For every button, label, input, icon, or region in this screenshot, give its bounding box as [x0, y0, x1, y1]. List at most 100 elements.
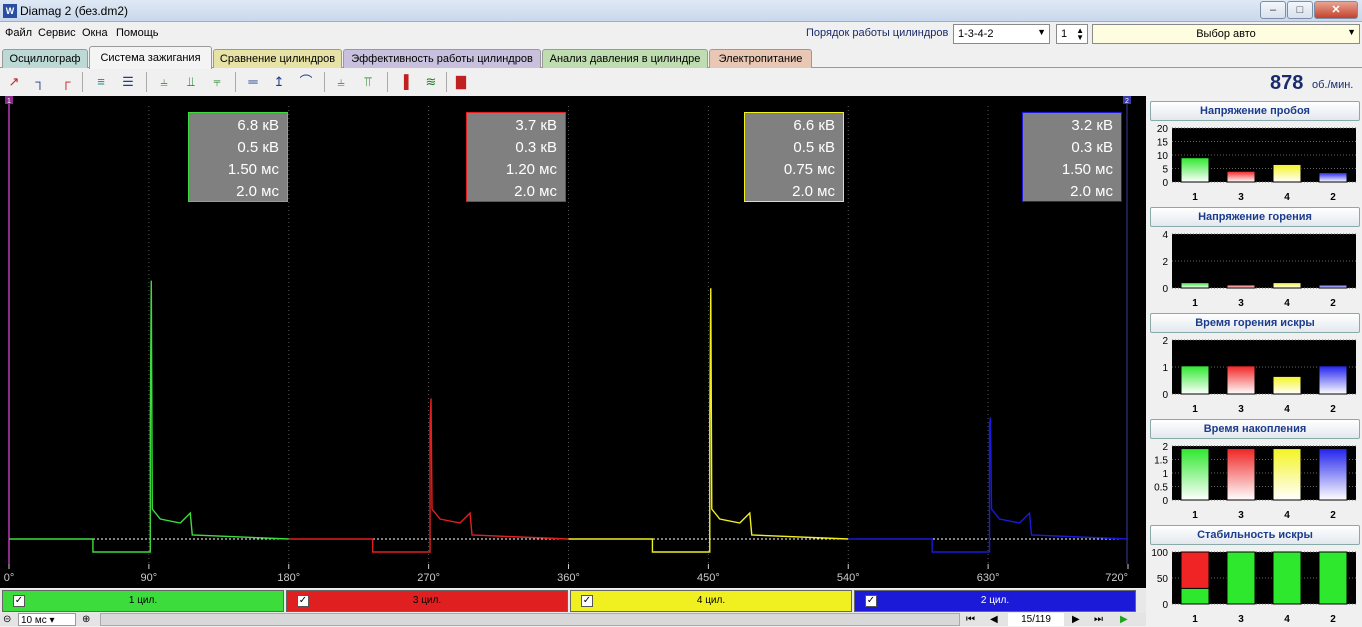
car-select-value: Выбор авто [1196, 28, 1256, 40]
bar-label: 1 [1192, 404, 1198, 415]
maximize-button[interactable]: □ [1287, 1, 1313, 19]
measure-alt-icon[interactable]: ⫪ [357, 71, 379, 93]
y-tick-label: 100 [1151, 548, 1168, 559]
burn-voltage: 0.5 кВ [237, 139, 279, 156]
cylinder-1-label: 1 цил. [128, 595, 158, 606]
zoom-out-icon[interactable]: ⊝ [3, 613, 11, 626]
grid-lines-icon[interactable]: ═ [242, 71, 264, 93]
panel-title-burn-voltage[interactable]: Напряжение горения [1150, 207, 1360, 227]
y-tick-label: 0 [1162, 600, 1168, 611]
panel-title-burn-time[interactable]: Время горения искры [1150, 313, 1360, 333]
cylinder-2-info-box: 3.2 кВ 0.3 кВ 1.50 мс 2.0 мс [1022, 112, 1122, 202]
tab-cylinder-pressure[interactable]: Анализ давления в цилиндре [542, 49, 708, 68]
tab-cylinder-efficiency[interactable]: Эффективность работы цилиндров [343, 49, 541, 68]
first-frame-icon[interactable]: ⏮ [966, 613, 975, 626]
window-title: Diamag 2 (без.dm2) [20, 4, 129, 18]
x-tick-label: 90° [141, 572, 158, 584]
menu-file[interactable]: Файл [5, 27, 32, 39]
sync-icon[interactable]: ≡ [90, 71, 112, 93]
x-tick-label: 450° [697, 572, 720, 584]
chart-bar [1226, 365, 1256, 395]
falling-edge-icon[interactable]: ┌ [55, 71, 77, 93]
cylinder-1-info-box: 6.8 кВ 0.5 кВ 1.50 мс 2.0 мс [188, 112, 288, 202]
timebase-select[interactable]: 10 мс ▾ [18, 613, 76, 626]
stable-bar [1272, 551, 1302, 605]
cylinder-2-toggle[interactable]: ✓ 2 цил. [854, 590, 1136, 612]
prev-frame-icon[interactable]: ◀ [990, 613, 998, 626]
horizontal-scrollbar[interactable] [100, 613, 960, 626]
rising-edge-icon[interactable]: ┐ [29, 71, 51, 93]
tab-oscilloscope[interactable]: Осциллограф [2, 49, 88, 68]
marker-1-label: 1 [7, 98, 11, 105]
cylinder-waveform [568, 288, 849, 553]
arc-icon[interactable]: ⌒ [295, 71, 317, 93]
oscilloscope-canvas[interactable]: 1 2 0° 90° 180° 270° 360° 450° 540° 630° 720° [0, 96, 1146, 588]
tab-ignition-system[interactable]: Система зажигания [89, 46, 212, 69]
burn-time: 1.50 мс [1061, 161, 1113, 178]
burn-voltage: 0.3 кВ [515, 139, 557, 156]
dwell-time: 2.0 мс [236, 183, 279, 200]
play-icon[interactable]: ▶ [1120, 613, 1128, 626]
tab-cylinder-comparison[interactable]: Сравнение цилиндров [213, 49, 342, 68]
next-frame-icon[interactable]: ▶ [1072, 613, 1080, 626]
menu-service[interactable]: Сервис [38, 27, 76, 39]
vertical-zoom-icon[interactable]: ↥ [268, 71, 290, 93]
breakdown-voltage: 3.7 кВ [515, 117, 557, 134]
checkbox-icon[interactable]: ✓ [297, 595, 309, 607]
toolbar-separator [324, 72, 325, 92]
chart-bar [1180, 157, 1210, 183]
cylinder-3-toggle[interactable]: ✓ 3 цил. [286, 590, 568, 612]
timebase-value: 10 мс [21, 615, 47, 626]
panel-title-spark-stability[interactable]: Стабильность искры [1150, 525, 1360, 545]
measure-icon[interactable]: ⫨ [330, 71, 352, 93]
cylinder-waveform [848, 417, 1129, 553]
histogram-icon[interactable]: ▇ [450, 71, 472, 93]
cursor-tool-icon[interactable]: ↗ [3, 71, 25, 93]
close-button[interactable]: ✕ [1314, 1, 1358, 19]
app-icon: W [3, 4, 17, 18]
menu-windows[interactable]: Окна [82, 27, 108, 39]
car-select[interactable]: Выбор авто ▼ [1092, 24, 1360, 44]
cylinder-stepper[interactable]: 1 ▲ ▼ [1056, 24, 1088, 44]
y-tick-label: 2 [1162, 257, 1168, 268]
checkbox-icon[interactable]: ✓ [865, 595, 877, 607]
burn-time: 0.75 мс [783, 161, 835, 178]
waveform-cascade-icon[interactable]: ⫧ [206, 71, 228, 93]
frame-counter: 15/119 [1008, 613, 1064, 626]
chart-bar [1272, 448, 1302, 501]
cylinder-4-toggle[interactable]: ✓ 4 цил. [570, 590, 852, 612]
panel-title-breakdown[interactable]: Напряжение пробоя [1150, 101, 1360, 121]
zoom-in-icon[interactable]: ⊕ [82, 613, 90, 626]
toolbar-separator [387, 72, 388, 92]
burn-voltage-chart: 4 2 0 1 3 4 2 [1162, 230, 1356, 309]
tab-power-supply[interactable]: Электропитание [709, 49, 812, 68]
x-tick-label: 0° [4, 572, 15, 584]
y-tick-label: 2 [1162, 442, 1168, 453]
status-bar: ⊝ 10 мс ▾ ⊕ ⏮ ◀ 15/119 ▶ ⏭ ▶ [0, 613, 1146, 626]
panel-title-dwell-time[interactable]: Время накопления [1150, 419, 1360, 439]
checkbox-icon[interactable]: ✓ [581, 595, 593, 607]
x-tick-label: 540° [837, 572, 860, 584]
bar-chart-icon[interactable]: ▐ [393, 71, 415, 93]
chart-bar [1318, 284, 1348, 289]
bar-label: 2 [1330, 404, 1336, 415]
multi-wave-icon[interactable]: ≋ [420, 71, 442, 93]
y-tick-label: 0 [1162, 390, 1168, 401]
cylinder-1-toggle[interactable]: ✓ 1 цил. [2, 590, 284, 612]
dwell-time: 2.0 мс [514, 183, 557, 200]
counter-icon[interactable]: ☰ [117, 71, 139, 93]
firing-order-select[interactable]: 1-3-4-2 ▼ [953, 24, 1050, 44]
last-frame-icon[interactable]: ⏭ [1094, 613, 1103, 626]
oscilloscope-display[interactable]: 1 2 0° 90° 180° 270° 360° 450° 540° 630° 720° 6.8 … [0, 96, 1146, 588]
bar-label: 4 [1284, 510, 1290, 521]
burn-time: 1.20 мс [505, 161, 557, 178]
rpm-value: 878 [1270, 72, 1304, 94]
menu-help[interactable]: Помощь [116, 27, 159, 39]
toolbar-separator [446, 72, 447, 92]
waveform-superimposed-icon[interactable]: ⫫ [180, 71, 202, 93]
checkbox-icon[interactable]: ✓ [13, 595, 25, 607]
minimize-button[interactable]: – [1260, 1, 1286, 19]
bar-label: 1 [1192, 614, 1198, 625]
waveform-parallel-icon[interactable]: ⫨ [153, 71, 175, 93]
y-tick-label: 0 [1162, 178, 1168, 189]
